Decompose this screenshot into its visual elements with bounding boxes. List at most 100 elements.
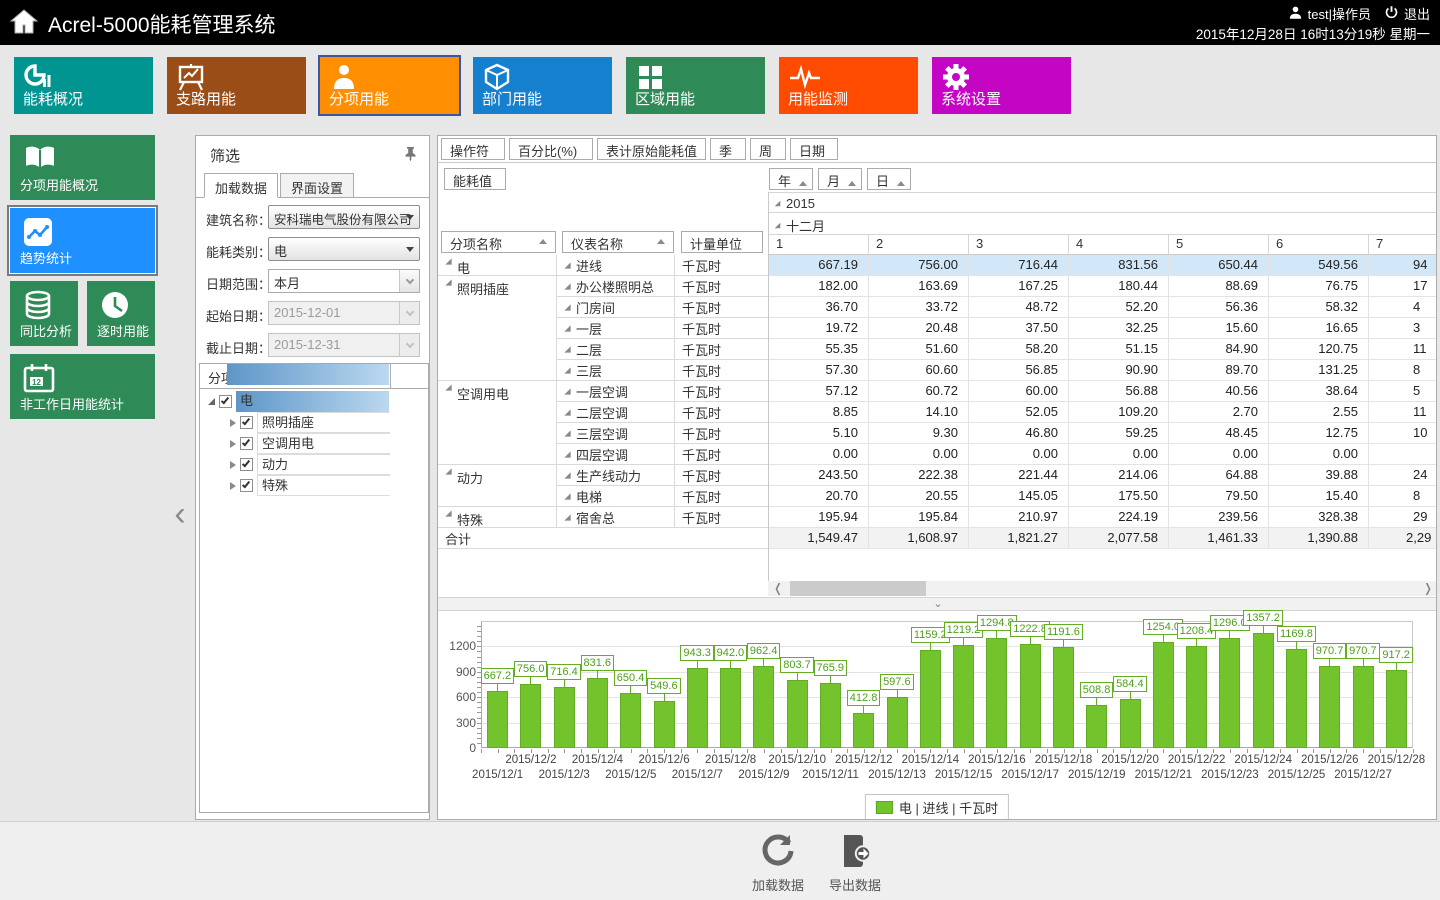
sidebar-tile-4[interactable]: 逐时用能 — [87, 281, 155, 346]
tree-node-3[interactable]: 动力 — [230, 454, 423, 475]
panel-collapse-chevron[interactable]: ‹ — [168, 496, 192, 534]
pin-icon[interactable] — [404, 146, 417, 164]
scrollbar-thumb[interactable] — [790, 581, 926, 596]
tree-node-2[interactable]: 空调用电 — [230, 433, 423, 454]
checkbox[interactable] — [240, 458, 253, 471]
date-range-label: 日期范围： — [206, 274, 271, 293]
category-cell[interactable]: 动力 — [438, 465, 556, 507]
date-range-select[interactable]: 本月 — [268, 269, 420, 293]
meter-cell[interactable]: 三层空调 — [556, 423, 674, 444]
scroll-left-arrow[interactable]: ❬ — [770, 581, 786, 596]
meter-cell[interactable]: 一层空调 — [556, 381, 674, 402]
bar-2015/12/21 — [1153, 642, 1174, 748]
meter-cell[interactable]: 四层空调 — [556, 444, 674, 465]
bar-2015/12/1 — [487, 691, 508, 748]
sidebar-tile-2[interactable]: 趋势统计 — [10, 208, 155, 273]
footer-button-label: 导出数据 — [820, 875, 890, 894]
category-cell[interactable]: 电 — [438, 255, 556, 276]
day-column-header-3[interactable]: 3 — [968, 234, 1068, 255]
category-cell[interactable]: 特殊 — [438, 507, 556, 528]
sidebar-tile-3[interactable]: 同比分析 — [10, 281, 78, 346]
pivot-filter-chip-4[interactable]: 季 — [710, 138, 746, 160]
pivot-filter-chip-6[interactable]: 日期 — [790, 138, 838, 160]
load-data-button[interactable]: 加载数据 — [743, 832, 813, 894]
value-cell: 667.19 — [768, 255, 868, 276]
checkbox[interactable] — [219, 395, 232, 408]
value-cell: 221.44 — [968, 465, 1068, 486]
nav-tile-1[interactable]: 能耗概况 — [14, 57, 153, 114]
nav-tile-6[interactable]: 用能监测 — [779, 57, 918, 114]
splitter-collapse-button[interactable]: ⌄ — [438, 597, 1437, 611]
meter-cell[interactable]: 二层空调 — [556, 402, 674, 423]
value-cell: 19.72 — [768, 318, 868, 339]
day-column-header-4[interactable]: 4 — [1068, 234, 1168, 255]
checkbox[interactable] — [240, 437, 253, 450]
meter-cell[interactable]: 进线 — [556, 255, 674, 276]
tab-load-data[interactable]: 加载数据 — [204, 173, 278, 198]
row-field-chip-1[interactable]: 分项名称 — [441, 231, 556, 253]
value-cell: 9.30 — [868, 423, 968, 444]
day-column-header-6[interactable]: 6 — [1268, 234, 1368, 255]
meter-cell[interactable]: 二层 — [556, 339, 674, 360]
pivot-filter-chip-2[interactable]: 百分比(%) — [509, 138, 593, 160]
unit-cell: 千瓦时 — [674, 318, 768, 339]
meter-cell[interactable]: 生产线动力 — [556, 465, 674, 486]
scroll-right-arrow[interactable]: ❭ — [1420, 581, 1436, 596]
book-icon — [22, 143, 58, 176]
row-field-chip-3[interactable]: 计量单位 — [681, 231, 763, 253]
tree-node-1[interactable]: 照明插座 — [230, 412, 423, 433]
nav-tile-7[interactable]: 系统设置 — [932, 57, 1071, 114]
checkbox[interactable] — [240, 416, 253, 429]
month-group-row[interactable]: 十二月 — [768, 214, 1437, 235]
total-value-cell: 1,461.33 — [1168, 528, 1268, 549]
day-column-header-5[interactable]: 5 — [1168, 234, 1268, 255]
total-value-cell: 1,390.88 — [1268, 528, 1368, 549]
nav-tile-4[interactable]: 部门用能 — [473, 57, 612, 114]
row-field-chip-2[interactable]: 仪表名称 — [562, 231, 674, 253]
top-bar: Acrel-5000能耗管理系统 test|操作员 退出 2015年12月28日… — [0, 0, 1440, 45]
checkbox[interactable] — [240, 479, 253, 492]
day-column-header-2[interactable]: 2 — [868, 234, 968, 255]
logout-button[interactable]: 退出 — [1404, 4, 1430, 23]
year-group-row[interactable]: 2015 — [768, 192, 1437, 213]
meter-cell[interactable]: 办公楼照明总 — [556, 276, 674, 297]
category-cell[interactable]: 空调用电 — [438, 381, 556, 465]
meter-cell[interactable]: 电梯 — [556, 486, 674, 507]
y-axis-tick-label: 900 — [440, 665, 476, 679]
value-cell: 55.35 — [768, 339, 868, 360]
meter-cell[interactable]: 三层 — [556, 360, 674, 381]
horizontal-scrollbar[interactable]: ❬ ❭ — [768, 581, 1437, 596]
pivot-filter-chip-5[interactable]: 周 — [750, 138, 786, 160]
meter-cell[interactable]: 门房间 — [556, 297, 674, 318]
sidebar-tile-label: 非工作日用能统计 — [20, 394, 124, 413]
pivot-filter-chip-1[interactable]: 操作符 — [441, 138, 505, 160]
nav-tile-3[interactable]: 分项用能 — [320, 57, 459, 114]
tab-ui-settings[interactable]: 界面设置 — [280, 173, 354, 198]
building-select[interactable]: 安科瑞电气股份有限公司 — [268, 205, 420, 229]
pivot-filter-chip-3[interactable]: 表计原始能耗值 — [597, 138, 706, 160]
bar-2015/12/20 — [1120, 699, 1141, 748]
column-field-chip-3[interactable]: 日 — [867, 168, 911, 190]
bar-2015/12/11 — [820, 683, 841, 748]
tree-node-4[interactable]: 特殊 — [230, 475, 423, 496]
category-select[interactable]: 电 — [268, 237, 420, 261]
nav-tile-5[interactable]: 区域用能 — [626, 57, 765, 114]
sidebar-tile-5[interactable]: 12非工作日用能统计 — [10, 354, 155, 419]
day-column-header-7[interactable]: 7 — [1368, 234, 1437, 255]
home-icon[interactable] — [8, 6, 40, 41]
column-field-chip-2[interactable]: 月 — [818, 168, 862, 190]
value-cell: 64.88 — [1168, 465, 1268, 486]
sidebar-tile-1[interactable]: 分项用能概况 — [10, 135, 155, 200]
meter-cell[interactable]: 一层 — [556, 318, 674, 339]
tree-node-root[interactable]: 电 — [208, 391, 423, 412]
day-column-header-1[interactable]: 1 — [768, 234, 868, 255]
value-field-chip[interactable]: 能耗值 — [444, 168, 506, 190]
meter-cell[interactable]: 宿舍总 — [556, 507, 674, 528]
category-cell[interactable]: 照明插座 — [438, 276, 556, 381]
bar-value-label: 942.0 — [714, 645, 748, 661]
export-data-button[interactable]: 导出数据 — [820, 832, 890, 894]
user-label: test|操作员 — [1308, 4, 1371, 23]
column-field-chip-1[interactable]: 年 — [769, 168, 813, 190]
power-icon[interactable] — [1384, 5, 1399, 23]
nav-tile-2[interactable]: 支路用能 — [167, 57, 306, 114]
